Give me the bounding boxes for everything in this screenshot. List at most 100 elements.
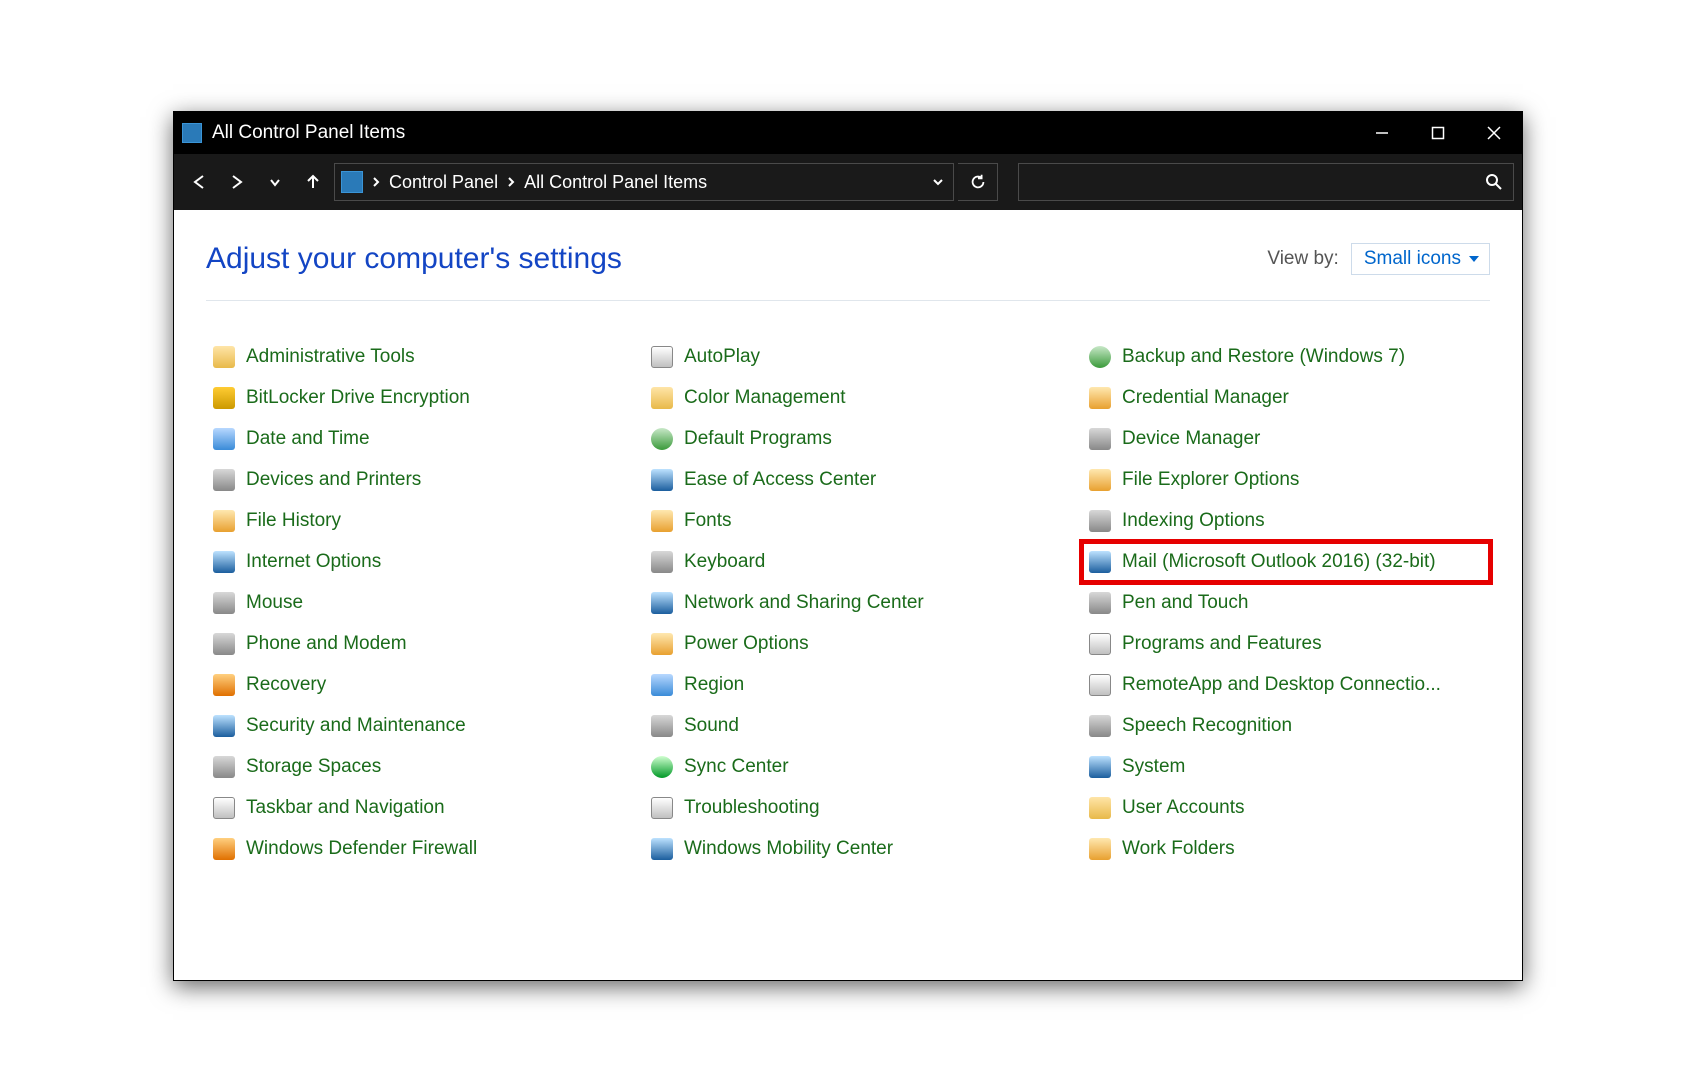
control-panel-item[interactable]: RemoteApp and Desktop Connectio... — [1082, 665, 1490, 705]
item-icon — [650, 796, 674, 820]
item-icon — [1088, 673, 1112, 697]
control-panel-item[interactable]: Phone and Modem — [206, 624, 614, 664]
item-label: AutoPlay — [684, 346, 760, 368]
control-panel-item[interactable]: Fonts — [644, 501, 1052, 541]
control-panel-item[interactable]: Taskbar and Navigation — [206, 788, 614, 828]
item-label: Mouse — [246, 592, 303, 614]
item-icon — [650, 427, 674, 451]
item-icon — [1088, 468, 1112, 492]
item-icon — [650, 509, 674, 533]
control-panel-item[interactable]: Internet Options — [206, 542, 614, 582]
control-panel-item[interactable]: Security and Maintenance — [206, 706, 614, 746]
item-icon — [212, 755, 236, 779]
control-panel-item[interactable]: Backup and Restore (Windows 7) — [1082, 337, 1490, 377]
forward-button[interactable] — [220, 165, 254, 199]
item-icon — [1088, 837, 1112, 861]
breadcrumb-seg1[interactable]: Control Panel — [383, 164, 504, 200]
control-panel-item[interactable]: Mouse — [206, 583, 614, 623]
item-label: Programs and Features — [1122, 633, 1322, 655]
item-icon — [1088, 632, 1112, 656]
close-button[interactable] — [1466, 112, 1522, 154]
item-icon — [650, 714, 674, 738]
control-panel-item[interactable]: Ease of Access Center — [644, 460, 1052, 500]
item-label: Power Options — [684, 633, 809, 655]
item-icon — [1088, 796, 1112, 820]
item-label: Mail (Microsoft Outlook 2016) (32-bit) — [1122, 551, 1436, 573]
chevron-down-icon[interactable] — [931, 177, 945, 187]
item-label: Backup and Restore (Windows 7) — [1122, 346, 1405, 368]
app-icon — [182, 123, 202, 143]
control-panel-item[interactable]: BitLocker Drive Encryption — [206, 378, 614, 418]
control-panel-item[interactable]: Keyboard — [644, 542, 1052, 582]
control-panel-item[interactable]: Mail (Microsoft Outlook 2016) (32-bit) — [1082, 542, 1490, 582]
control-panel-item[interactable]: Region — [644, 665, 1052, 705]
item-label: RemoteApp and Desktop Connectio... — [1122, 674, 1441, 696]
control-panel-item[interactable]: Pen and Touch — [1082, 583, 1490, 623]
chevron-right-icon — [369, 177, 383, 187]
control-panel-item[interactable]: Work Folders — [1082, 829, 1490, 869]
search-input[interactable] — [1018, 163, 1514, 201]
back-button[interactable] — [182, 165, 216, 199]
item-label: Network and Sharing Center — [684, 592, 924, 614]
control-panel-item[interactable]: Windows Mobility Center — [644, 829, 1052, 869]
control-panel-item[interactable]: Speech Recognition — [1082, 706, 1490, 746]
item-icon — [1088, 714, 1112, 738]
item-icon — [1088, 345, 1112, 369]
control-panel-item[interactable]: Windows Defender Firewall — [206, 829, 614, 869]
item-icon — [1088, 386, 1112, 410]
item-label: Ease of Access Center — [684, 469, 876, 491]
control-panel-item[interactable]: Programs and Features — [1082, 624, 1490, 664]
minimize-button[interactable] — [1354, 112, 1410, 154]
item-label: Credential Manager — [1122, 387, 1289, 409]
control-panel-item[interactable]: Recovery — [206, 665, 614, 705]
maximize-button[interactable] — [1410, 112, 1466, 154]
item-icon — [212, 386, 236, 410]
refresh-button[interactable] — [958, 163, 998, 201]
control-panel-item[interactable]: Network and Sharing Center — [644, 583, 1052, 623]
control-panel-item[interactable]: Color Management — [644, 378, 1052, 418]
up-button[interactable] — [296, 165, 330, 199]
item-icon — [650, 632, 674, 656]
items-grid: Administrative Tools BitLocker Drive Encr… — [206, 337, 1490, 869]
control-panel-item[interactable]: AutoPlay — [644, 337, 1052, 377]
control-panel-item[interactable]: System — [1082, 747, 1490, 787]
control-panel-item[interactable]: File History — [206, 501, 614, 541]
item-icon — [212, 796, 236, 820]
breadcrumb-seg2[interactable]: All Control Panel Items — [518, 164, 713, 200]
control-panel-item[interactable]: Troubleshooting — [644, 788, 1052, 828]
control-panel-item[interactable]: Device Manager — [1082, 419, 1490, 459]
recent-dropdown[interactable] — [258, 165, 292, 199]
control-panel-item[interactable]: Devices and Printers — [206, 460, 614, 500]
control-panel-item[interactable]: File Explorer Options — [1082, 460, 1490, 500]
control-panel-icon — [341, 171, 363, 193]
item-label: Administrative Tools — [246, 346, 415, 368]
item-label: User Accounts — [1122, 797, 1245, 819]
control-panel-item[interactable]: Date and Time — [206, 419, 614, 459]
page-title: Adjust your computer's settings — [206, 242, 622, 276]
item-icon — [212, 509, 236, 533]
control-panel-item[interactable]: Credential Manager — [1082, 378, 1490, 418]
viewby-select[interactable]: Small icons — [1351, 243, 1490, 275]
control-panel-item[interactable]: Administrative Tools — [206, 337, 614, 377]
control-panel-item[interactable]: Storage Spaces — [206, 747, 614, 787]
item-icon — [650, 673, 674, 697]
item-label: Security and Maintenance — [246, 715, 466, 737]
item-label: File Explorer Options — [1122, 469, 1299, 491]
item-label: Storage Spaces — [246, 756, 381, 778]
item-label: Windows Mobility Center — [684, 838, 893, 860]
item-icon — [212, 632, 236, 656]
control-panel-item[interactable]: Power Options — [644, 624, 1052, 664]
control-panel-item[interactable]: Default Programs — [644, 419, 1052, 459]
item-label: Troubleshooting — [684, 797, 820, 819]
item-icon — [650, 468, 674, 492]
control-panel-item[interactable]: User Accounts — [1082, 788, 1490, 828]
item-icon — [212, 427, 236, 451]
address-bar[interactable]: Control Panel All Control Panel Items — [334, 163, 954, 201]
control-panel-item[interactable]: Indexing Options — [1082, 501, 1490, 541]
item-label: Device Manager — [1122, 428, 1260, 450]
item-label: Devices and Printers — [246, 469, 421, 491]
control-panel-item[interactable]: Sound — [644, 706, 1052, 746]
item-label: File History — [246, 510, 341, 532]
control-panel-item[interactable]: Sync Center — [644, 747, 1052, 787]
item-label: Pen and Touch — [1122, 592, 1248, 614]
